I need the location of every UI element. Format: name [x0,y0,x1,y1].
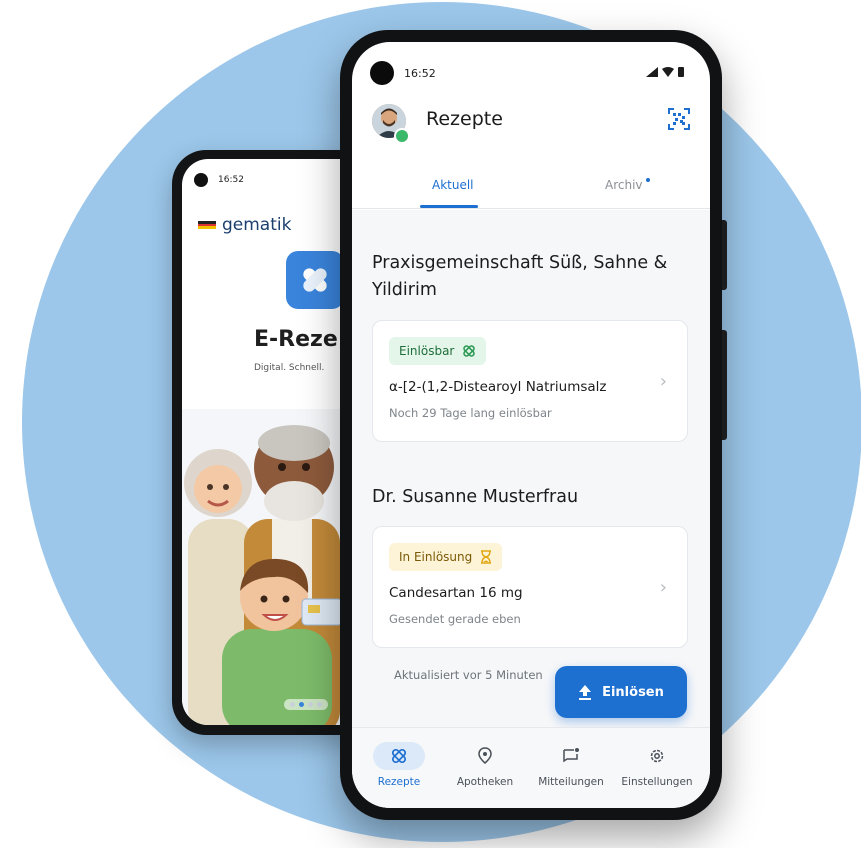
tab-aktuell[interactable]: Aktuell [432,178,474,192]
prescription-card[interactable]: Einlösbar α-[2-(1,2-Distearoyl Natriumsa… [372,320,688,442]
badge-label: In Einlösung [399,550,473,564]
battery-icon [678,67,684,77]
prescription-list: Praxisgemeinschaft Süß, Sahne & Yildirim… [352,210,710,728]
status-time: 16:52 [404,67,436,80]
power-button [722,330,727,440]
tab-bar: Aktuell Archiv [352,168,710,209]
einloesen-label: Einlösen [602,684,664,700]
nav-einstellungen[interactable]: Einstellungen [614,742,700,788]
nav-apotheken[interactable]: Apotheken [442,742,528,788]
app-header: Rezepte [352,102,710,156]
practice-name: Praxisgemeinschaft Süß, Sahne & Yildirim [372,253,668,300]
e-rezept-icon [391,748,407,764]
chevron-right-icon: › [659,371,667,392]
prescription-status: Gesendet gerade eben [389,612,521,626]
nav-label: Apotheken [456,776,514,788]
nav-mitteilungen[interactable]: Mitteilungen [528,742,614,788]
active-tab-indicator [420,205,478,208]
last-updated-text: Aktualisiert vor 5 Minuten [394,668,543,682]
signal-icon [646,66,658,77]
volume-button [722,220,727,290]
medication-name: α-[2-(1,2-Distearoyl Natriumsalz [389,379,607,395]
location-pin-icon [478,747,492,764]
app-title: E-Reze [254,327,338,352]
prescription-status: Noch 29 Tage lang einlösbar [389,406,552,420]
camera-icon [370,61,394,85]
gear-icon [650,749,664,763]
chevron-right-icon: › [659,577,667,598]
gematik-logo: gematik [198,215,291,235]
wifi-icon [662,66,674,77]
flag-icon [198,221,216,230]
carousel-dot[interactable] [308,702,313,707]
brand-name: gematik [222,215,292,235]
new-items-dot [646,178,650,182]
upload-icon [579,685,592,700]
scan-prescription-button[interactable] [668,108,690,130]
page-title: Rezepte [426,108,503,130]
nav-rezepte[interactable]: Rezepte [356,742,442,788]
medication-name: Candesartan 16 mg [389,585,523,601]
practice-name: Dr. Susanne Musterfrau [372,487,579,507]
app-tagline: Digital. Schnell. [254,363,325,373]
badge-label: Einlösbar [399,344,455,358]
bottom-navigation: Rezepte Apotheken Mitteilungen Einstellu… [352,727,710,808]
camera-icon [194,173,208,187]
message-icon [563,748,579,763]
rezepte-screen: 16:52 Rezepte Aktuell Archiv Praxisgemei… [352,42,710,808]
status-badge: In Einlösung [389,543,503,571]
tab-archiv[interactable]: Archiv [605,178,643,192]
prescription-card[interactable]: In Einlösung Candesartan 16 mg Gesendet … [372,526,688,648]
e-rezept-icon [303,268,327,292]
carousel-indicator[interactable] [284,699,328,710]
connection-status-dot [394,128,410,144]
front-phone: 16:52 Rezepte Aktuell Archiv Praxisgemei… [340,30,727,820]
status-time: 16:52 [218,175,244,185]
e-rezept-app-icon [286,251,344,309]
einloesen-button[interactable]: Einlösen [555,666,687,718]
hourglass-icon [481,550,492,564]
e-rezept-icon [463,345,476,357]
status-bar: 16:52 [352,42,710,92]
nav-label: Rezepte [377,776,421,788]
carousel-dot[interactable] [317,702,322,707]
datamatrix-scan-icon [668,108,690,130]
carousel-dot[interactable] [290,702,295,707]
carousel-dot-active[interactable] [299,702,304,707]
nav-label: Mitteilungen [538,776,604,788]
status-icons [646,66,684,77]
status-badge: Einlösbar [389,337,487,365]
nav-label: Einstellungen [621,776,693,788]
